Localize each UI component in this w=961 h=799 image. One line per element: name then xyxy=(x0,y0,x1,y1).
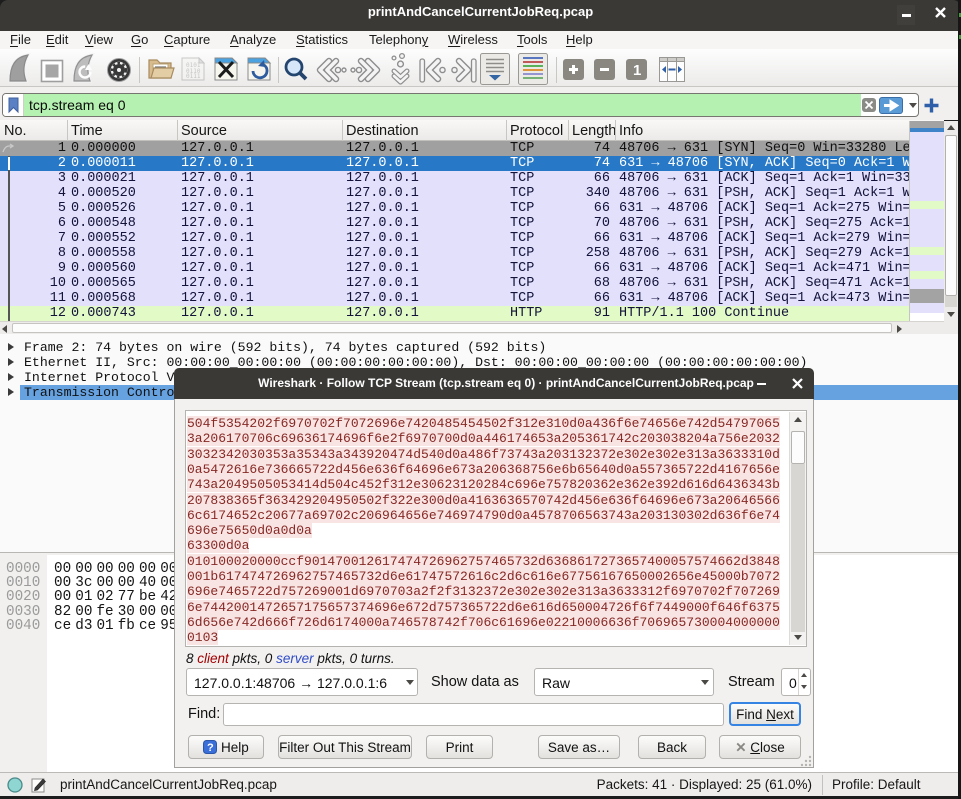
svg-text:0111: 0111 xyxy=(186,73,201,80)
svg-text:1: 1 xyxy=(633,62,641,79)
svg-text:?: ? xyxy=(207,742,214,754)
